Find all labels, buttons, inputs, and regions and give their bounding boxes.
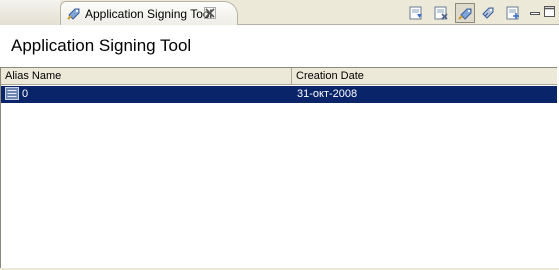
column-header-creation-date[interactable]: Creation Date — [292, 68, 557, 84]
column-header-alias-name[interactable]: Alias Name — [1, 68, 292, 84]
sign-all-button[interactable] — [478, 3, 498, 23]
tab-label: Application Signing Tool — [85, 7, 213, 21]
tab-strip-empty-area — [0, 0, 60, 25]
keystore-entry-icon — [5, 87, 20, 101]
creation-date-cell: 31-окт-2008 — [297, 88, 358, 100]
page-title: Application Signing Tool — [11, 36, 192, 55]
application-signing-tool-view: Application Signing Tool Application Sig… — [0, 0, 559, 270]
close-icon[interactable] — [203, 6, 217, 20]
tab-application-signing-tool[interactable]: Application Signing Tool — [60, 1, 238, 25]
signing-tool-icon — [66, 6, 82, 22]
table-row[interactable]: 0 31-окт-2008 — [1, 86, 557, 103]
maximize-icon[interactable] — [544, 4, 555, 17]
delete-key-button[interactable] — [431, 3, 451, 23]
alias-name-cell: 0 — [22, 88, 29, 100]
minimize-icon[interactable] — [530, 6, 540, 16]
alias-table: Alias Name Creation Date 0 31-окт-2008 — [0, 67, 557, 270]
export-button[interactable] — [503, 3, 523, 23]
import-key-button[interactable] — [406, 3, 426, 23]
tab-strip: Application Signing Tool — [0, 0, 559, 25]
sign-button[interactable] — [455, 3, 475, 23]
table-header: Alias Name Creation Date — [1, 68, 557, 85]
